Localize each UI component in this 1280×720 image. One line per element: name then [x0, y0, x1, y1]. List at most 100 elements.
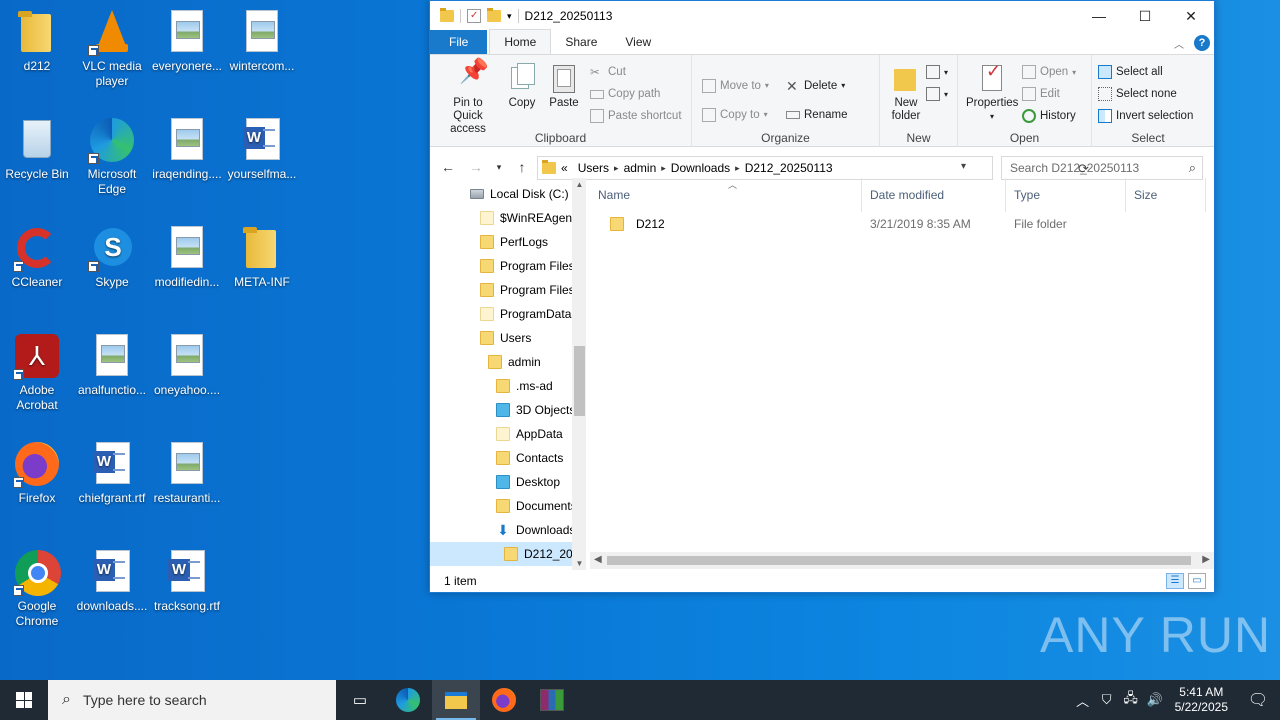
taskbar-search-input[interactable]: Type here to search	[83, 692, 207, 708]
tree-item[interactable]: admin	[488, 350, 541, 374]
notifications-icon[interactable]: 🗨	[1236, 690, 1280, 710]
tree-item[interactable]: Users	[480, 326, 531, 350]
new-folder-button[interactable]: New folder	[884, 59, 926, 123]
recent-locations-button[interactable]: ▾	[492, 155, 506, 179]
desktop-icon[interactable]: wintercom...	[225, 8, 299, 74]
breadcrumb-overflow[interactable]: «	[561, 161, 568, 175]
breadcrumb-downloads[interactable]: Downloads	[671, 161, 730, 175]
desktop-icon[interactable]: modifiedin...	[150, 224, 224, 290]
desktop-icon[interactable]: VLC media player	[75, 8, 149, 89]
chevron-right-icon[interactable]: ▸	[661, 163, 666, 174]
tab-share[interactable]: Share	[551, 30, 611, 54]
desktop-icon[interactable]: Google Chrome	[0, 548, 74, 629]
tree-item[interactable]: ProgramData	[480, 302, 571, 326]
tab-file[interactable]: File	[430, 30, 488, 54]
clock[interactable]: 5:41 AM 5/22/2025	[1167, 685, 1236, 715]
tree-item[interactable]: $WinREAgent	[480, 206, 575, 230]
tab-home[interactable]: Home	[489, 29, 552, 54]
desktop-icon[interactable]: restauranti...	[150, 440, 224, 506]
taskbar-winrar[interactable]	[528, 680, 576, 720]
maximize-button[interactable]: ☐	[1122, 1, 1168, 31]
taskbar-search[interactable]: ⌕ Type here to search	[48, 680, 336, 720]
edit-button[interactable]: Edit	[1022, 83, 1076, 105]
paste-button[interactable]: Paste	[542, 59, 586, 110]
chevron-right-icon[interactable]: ▸	[735, 163, 740, 174]
desktop-icon[interactable]: Wtracksong.rtf	[150, 548, 224, 614]
scroll-up-icon[interactable]: ▲	[572, 180, 586, 189]
address-bar[interactable]: « Users ▸ admin ▸ Downloads ▸ D212_20250…	[537, 156, 1089, 180]
tree-item[interactable]: Documents	[496, 494, 577, 518]
up-button[interactable]: ↑	[510, 155, 534, 179]
taskbar-edge[interactable]	[384, 680, 432, 720]
volume-icon[interactable]: 🔊	[1143, 692, 1167, 708]
chevron-up-icon[interactable]: ︿	[1071, 691, 1095, 710]
cut-button[interactable]: ✂ Cut	[590, 61, 682, 83]
collapse-ribbon-icon[interactable]: ︿	[1174, 36, 1184, 51]
minimize-button[interactable]: —	[1076, 1, 1122, 31]
tree-item[interactable]: Contacts	[496, 446, 563, 470]
file-row[interactable]: D212 3/21/2019 8:35 AM File folder	[590, 212, 1214, 236]
desktop-icon[interactable]: S Skype	[75, 224, 149, 290]
desktop-icon[interactable]: Wdownloads....	[75, 548, 149, 614]
history-button[interactable]: History	[1022, 105, 1076, 127]
help-icon[interactable]: ?	[1194, 35, 1210, 51]
new-folder-quick-icon[interactable]	[487, 8, 501, 22]
taskbar-firefox[interactable]	[480, 680, 528, 720]
new-item-button[interactable]: ▾	[926, 61, 948, 83]
desktop-icon[interactable]: Wyourselfma...	[225, 116, 299, 182]
scroll-right-icon[interactable]: ▶	[1202, 554, 1210, 565]
paste-shortcut-button[interactable]: Paste shortcut	[590, 105, 682, 127]
column-type[interactable]: Type	[1006, 178, 1126, 212]
large-icons-view-button[interactable]: ▭	[1188, 573, 1206, 589]
desktop-icon[interactable]: META-INF	[225, 224, 299, 290]
close-button[interactable]: ✕	[1168, 1, 1214, 31]
forward-button[interactable]: →	[464, 155, 488, 179]
horizontal-scrollbar[interactable]: ◀ ▶	[590, 552, 1214, 569]
desktop-icon[interactable]: analfunctio...	[75, 332, 149, 398]
breadcrumb-current[interactable]: D212_20250113	[745, 161, 833, 175]
desktop-icon[interactable]: Wchiefgrant.rtf	[75, 440, 149, 506]
task-view-button[interactable]: ▭	[336, 680, 384, 720]
rename-button[interactable]: Rename	[786, 100, 847, 129]
column-size[interactable]: Size	[1126, 178, 1206, 212]
desktop-icon[interactable]: Microsoft Edge	[75, 116, 149, 197]
open-button[interactable]: Open ▾	[1022, 61, 1076, 83]
tree-item[interactable]: AppData	[496, 422, 563, 446]
scroll-left-icon[interactable]: ◀	[594, 554, 602, 565]
easy-access-button[interactable]: ▾	[926, 83, 948, 105]
tree-item[interactable]: Program Files	[480, 254, 575, 278]
invert-selection-button[interactable]: Invert selection	[1098, 105, 1193, 127]
desktop-icon[interactable]: Firefox	[0, 440, 74, 506]
tree-item[interactable]: Local Disk (C:)	[470, 182, 569, 206]
copy-to-button[interactable]: Copy to ▾	[702, 100, 786, 129]
tree-item[interactable]: Program Files	[480, 278, 575, 302]
column-date-modified[interactable]: Date modified	[862, 178, 1006, 212]
tree-item[interactable]: PerfLogs	[480, 230, 548, 254]
search-input[interactable]: Search D212_20250113	[1010, 161, 1139, 175]
desktop-icon[interactable]: iraqending....	[150, 116, 224, 182]
chevron-right-icon[interactable]: ▸	[614, 163, 619, 174]
tree-item[interactable]: Desktop	[496, 470, 560, 494]
breadcrumb-admin[interactable]: admin	[624, 161, 657, 175]
search-box[interactable]: Search D212_20250113 ⌕	[1001, 156, 1203, 180]
start-button[interactable]	[0, 680, 48, 720]
copy-button[interactable]: Copy	[502, 59, 542, 110]
tree-item[interactable]: ⬇ Downloads	[496, 518, 575, 542]
delete-button[interactable]: ✕ Delete ▾	[786, 71, 847, 100]
tree-item[interactable]: 3D Objects	[496, 398, 575, 422]
desktop-icon[interactable]: Recycle Bin	[0, 116, 74, 182]
address-dropdown-icon[interactable]: ▾	[961, 161, 966, 172]
desktop-icon[interactable]: CCleaner	[0, 224, 74, 290]
breadcrumb-users[interactable]: Users	[578, 161, 609, 175]
column-name[interactable]: Name	[590, 178, 862, 212]
desktop-icon[interactable]: d212	[0, 8, 74, 74]
select-all-button[interactable]: Select all	[1098, 61, 1193, 83]
pin-to-quick-access-button[interactable]: 📌 Pin to Quick access	[434, 59, 502, 136]
copy-path-button[interactable]: Copy path	[590, 83, 682, 105]
scroll-thumb[interactable]	[607, 556, 1191, 565]
properties-button[interactable]: ✓ Properties ▾	[962, 59, 1022, 123]
desktop-icon[interactable]: oneyahoo....	[150, 332, 224, 398]
network-icon[interactable]: 🖧	[1119, 689, 1143, 711]
navigation-scrollbar[interactable]: ▲ ▼	[572, 178, 586, 570]
scroll-thumb[interactable]	[574, 346, 585, 416]
